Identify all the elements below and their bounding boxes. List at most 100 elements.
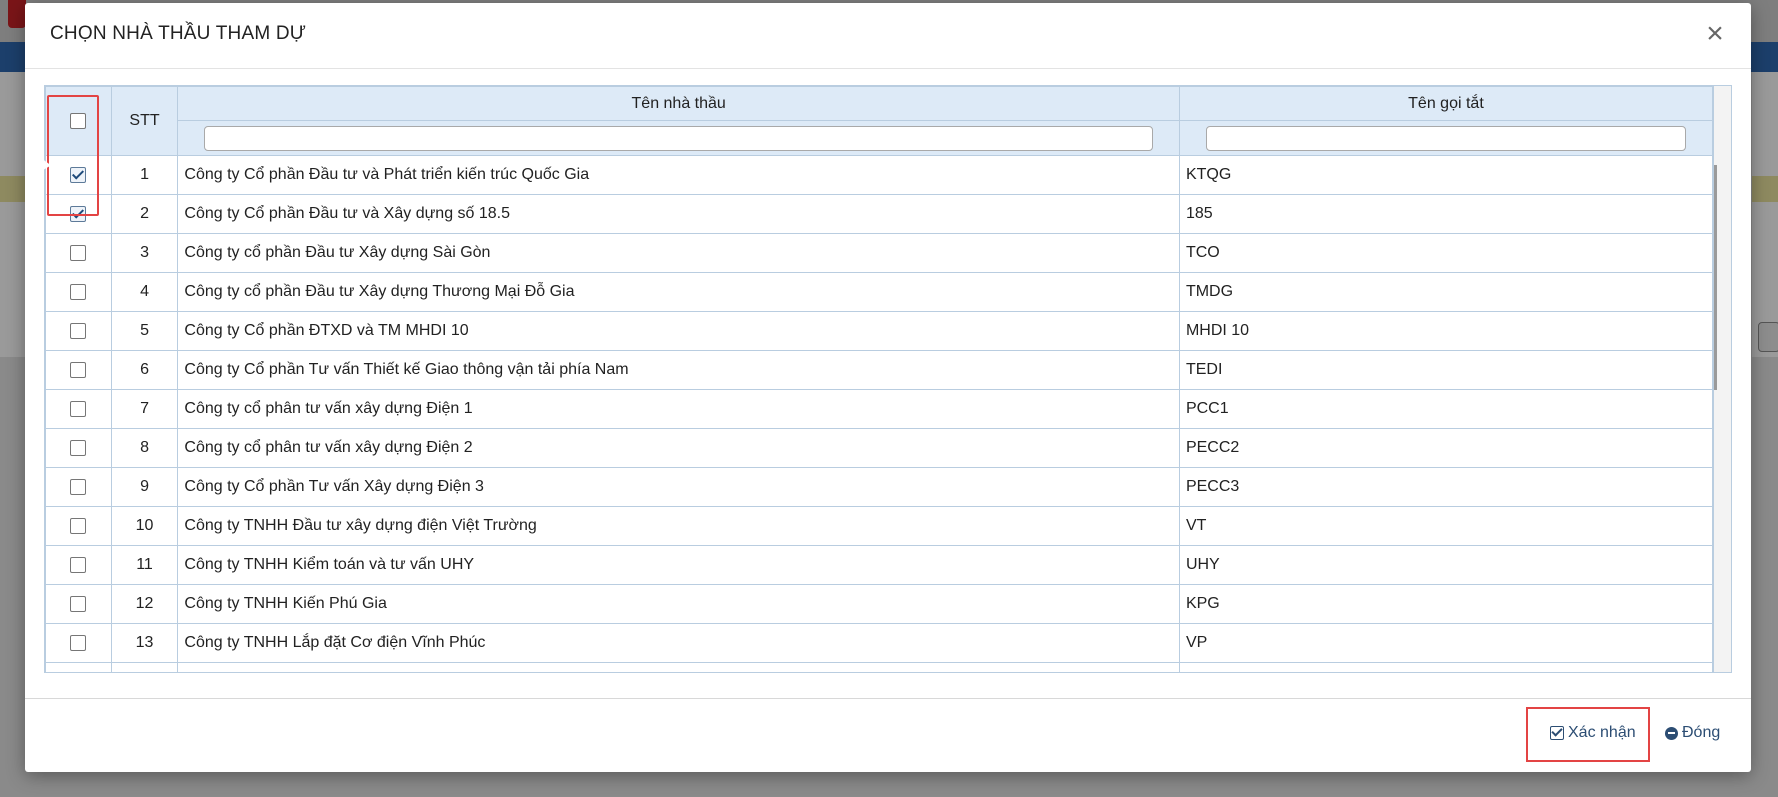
minus-circle-icon xyxy=(1665,726,1678,740)
table-row[interactable]: 12 Công ty TNHH Kiến Phú Gia KPG xyxy=(45,584,1714,624)
row-contractor-name: Công ty cổ phần Đầu tư Xây dựng Thương M… xyxy=(177,272,1180,312)
dialog-header: CHỌN NHÀ THẦU THAM DỰ × xyxy=(25,3,1751,69)
row-contractor-name: Công ty Cổ phần ĐTXD và TM MHDI 10 xyxy=(177,311,1180,351)
row-short-name: PECC2 xyxy=(1178,428,1714,468)
row-checkbox[interactable] xyxy=(70,400,87,417)
row-checkbox[interactable] xyxy=(70,166,87,183)
row-select-cell xyxy=(45,623,112,663)
table-row[interactable]: 11 Công ty TNHH Kiểm toán và tư vấn UHY UH… xyxy=(45,545,1714,585)
row-checkbox[interactable] xyxy=(70,244,87,261)
row-short-name: KTQG xyxy=(1178,155,1714,195)
row-stt: 14 xyxy=(110,662,179,672)
table-row[interactable]: 5 Công ty Cổ phần ĐTXD và TM MHDI 10 MHDI … xyxy=(45,311,1714,351)
row-short-name: PCC1 xyxy=(1178,389,1714,429)
row-short-name: 185 xyxy=(1178,194,1714,234)
row-select-cell xyxy=(45,311,112,351)
footer-divider xyxy=(25,698,1751,699)
row-contractor-name: Công ty Cổ phần Đầu tư và Xây dựng số 18… xyxy=(177,194,1180,234)
row-checkbox[interactable] xyxy=(70,205,87,222)
check-square-icon xyxy=(1550,726,1564,740)
row-short-name: TMDG xyxy=(1178,272,1714,312)
row-short-name: VP xyxy=(1178,623,1714,663)
filter-cell-short-name xyxy=(1178,120,1714,156)
row-stt: 8 xyxy=(110,428,179,468)
table-row[interactable]: 4 Công ty cổ phần Đầu tư Xây dựng Thương … xyxy=(45,272,1714,312)
table-row[interactable]: 13 Công ty TNHH Lắp đặt Cơ điện Vĩnh Phúc… xyxy=(45,623,1714,663)
select-all-checkbox[interactable] xyxy=(70,112,87,129)
close-button-label: Đóng xyxy=(1682,724,1721,741)
row-select-cell xyxy=(45,506,112,546)
confirm-button-label: Xác nhận xyxy=(1568,724,1636,741)
row-stt: 7 xyxy=(110,389,179,429)
row-checkbox[interactable] xyxy=(70,283,87,300)
name-filter-input[interactable] xyxy=(204,125,1153,151)
table-row[interactable]: 3 Công ty cổ phần Đầu tư Xây dựng Sài Gòn… xyxy=(45,233,1714,273)
row-select-cell xyxy=(45,389,112,429)
row-checkbox[interactable] xyxy=(70,322,87,339)
row-short-name: PECC3 xyxy=(1178,467,1714,507)
row-contractor-name: Công ty TNHH Đầu tư xây dựng điện Việt T… xyxy=(177,506,1180,546)
row-contractor-name: Công ty Cổ phần Đầu tư và Phát triển kiế… xyxy=(177,155,1180,195)
row-contractor-name: Công ty cổ phân tư vấn xây dựng Điện 2 xyxy=(177,428,1180,468)
background-warning-right xyxy=(1752,176,1778,202)
row-short-name: VT xyxy=(1178,506,1714,546)
row-stt: 4 xyxy=(110,272,179,312)
table-row[interactable]: 1 Công ty Cổ phần Đầu tư và Phát triển ki… xyxy=(45,155,1714,195)
row-stt: 10 xyxy=(110,506,179,546)
background-logo xyxy=(8,0,26,28)
row-select-cell xyxy=(45,233,112,273)
row-contractor-name: Công ty Cổ phần Tư vấn Xây dựng Điện 3 xyxy=(177,467,1180,507)
row-select-cell xyxy=(45,584,112,624)
row-select-cell xyxy=(45,428,112,468)
row-stt: 6 xyxy=(110,350,179,390)
row-short-name: UHY xyxy=(1178,545,1714,585)
row-checkbox[interactable] xyxy=(70,595,87,612)
select-contractor-dialog: CHỌN NHÀ THẦU THAM DỰ × STT Tên nhà thầu… xyxy=(25,3,1751,772)
table-row[interactable]: 14Công ty TNHH MTV HSDCHSDC xyxy=(45,662,1714,672)
close-button[interactable]: Đóng xyxy=(1665,724,1720,742)
row-contractor-name: Công ty TNHH MTV HSDC xyxy=(177,662,1180,672)
row-short-name: TEDI xyxy=(1178,350,1714,390)
close-icon[interactable]: × xyxy=(1701,19,1729,49)
row-select-cell xyxy=(45,272,112,312)
table-row[interactable]: 8 Công ty cổ phân tư vấn xây dựng Điện 2P… xyxy=(45,428,1714,468)
row-checkbox[interactable] xyxy=(70,556,87,573)
row-checkbox[interactable] xyxy=(70,517,87,534)
row-select-cell xyxy=(45,662,112,672)
row-stt: 5 xyxy=(110,311,179,351)
row-short-name: KPG xyxy=(1178,584,1714,624)
column-header-short-name: Tên gọi tắt xyxy=(1178,86,1714,121)
row-checkbox[interactable] xyxy=(70,478,87,495)
background-panel-left xyxy=(0,72,26,357)
short-name-filter-input[interactable] xyxy=(1205,125,1686,151)
scrollbar-thumb[interactable] xyxy=(1714,165,1717,390)
row-stt: 9 xyxy=(110,467,179,507)
row-checkbox[interactable] xyxy=(70,361,87,378)
table-row[interactable]: 6 Công ty Cổ phần Tư vấn Thiết kế Giao th… xyxy=(45,350,1714,390)
row-select-cell xyxy=(45,350,112,390)
filter-cell-name xyxy=(177,120,1180,156)
row-short-name: MHDI 10 xyxy=(1178,311,1714,351)
background-panel-right xyxy=(1752,72,1778,357)
row-checkbox[interactable] xyxy=(70,634,87,651)
table-row[interactable]: 10 Công ty TNHH Đầu tư xây dựng điện Việt… xyxy=(45,506,1714,546)
row-contractor-name: Công ty Cổ phần Tư vấn Thiết kế Giao thô… xyxy=(177,350,1180,390)
contractor-table: STT Tên nhà thầu Tên gọi tắt 1 Công ty Cổ… xyxy=(44,85,1732,673)
table-row[interactable]: 9 Công ty Cổ phần Tư vấn Xây dựng Điện 3P… xyxy=(45,467,1714,507)
table-row[interactable]: 2 Công ty Cổ phần Đầu tư và Xây dựng số 1… xyxy=(45,194,1714,234)
row-short-name: HSDC xyxy=(1178,662,1714,672)
confirm-button[interactable]: Xác nhận xyxy=(1550,724,1636,742)
background-warning-left xyxy=(0,176,26,202)
select-all-cell xyxy=(45,86,112,156)
row-checkbox[interactable] xyxy=(70,439,87,456)
column-header-name: Tên nhà thầu xyxy=(177,86,1180,121)
row-short-name: TCO xyxy=(1178,233,1714,273)
column-header-stt: STT xyxy=(110,86,179,156)
row-select-cell xyxy=(45,155,112,195)
dialog-title: CHỌN NHÀ THẦU THAM DỰ xyxy=(50,23,307,44)
row-stt: 12 xyxy=(110,584,179,624)
background-button xyxy=(1758,322,1778,352)
table-row[interactable]: 7 Công ty cổ phân tư vấn xây dựng Điện 1P… xyxy=(45,389,1714,429)
row-stt: 2 xyxy=(110,194,179,234)
row-contractor-name: Công ty cổ phân tư vấn xây dựng Điện 1 xyxy=(177,389,1180,429)
